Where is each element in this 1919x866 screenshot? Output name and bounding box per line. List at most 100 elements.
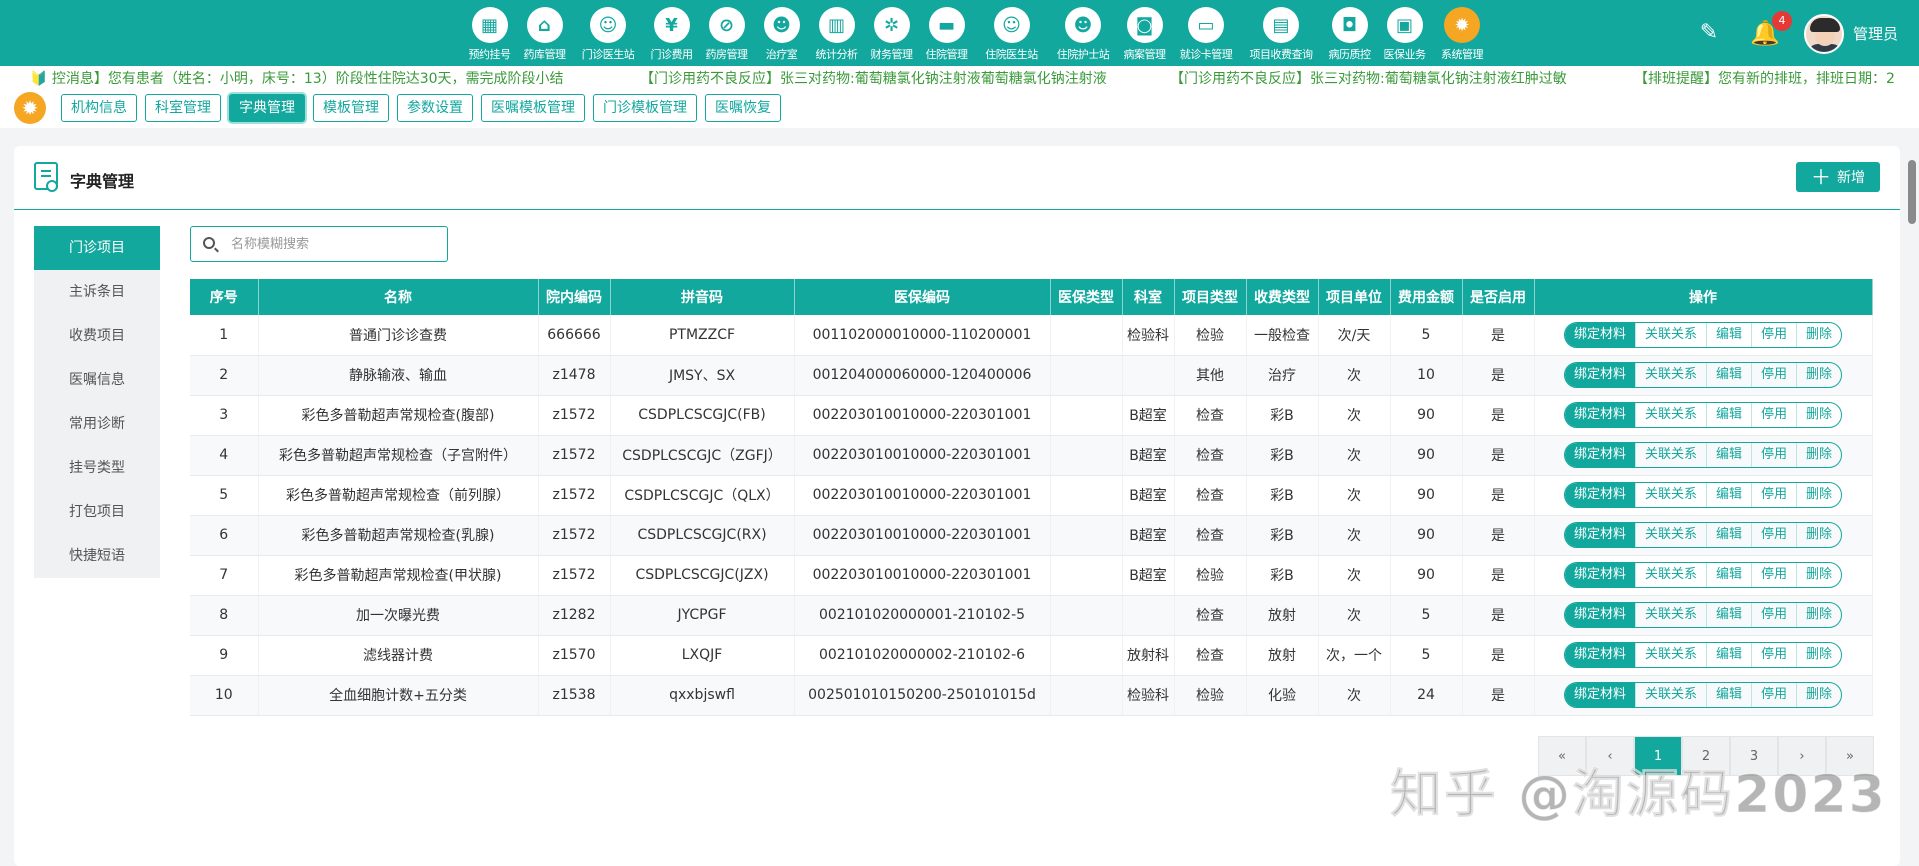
tab-item[interactable]: 参数设置 [397,94,473,122]
delete-button[interactable]: 删除 [1797,643,1841,667]
username[interactable]: 管理员 [1853,23,1898,44]
table-cell: 彩色多普勒超声常规检查(腹部) [258,395,539,436]
delete-button[interactable]: 删除 [1797,483,1841,507]
quality-icon: ◘ [1331,7,1368,43]
tab-item[interactable]: 医嘱恢复 [705,94,781,122]
relation-button[interactable]: 关联关系 [1636,443,1707,467]
category-menu-item[interactable]: 常用诊断 [34,402,160,446]
disable-button[interactable]: 停用 [1752,322,1798,347]
disable-button[interactable]: 停用 [1752,563,1798,587]
nav-item-label: 医保业务 [1383,48,1427,61]
delete-button[interactable]: 删除 [1797,443,1841,467]
delete-button[interactable]: 删除 [1797,323,1841,347]
nav-item[interactable]: ⊘ 药房管理 [699,4,754,64]
relation-button[interactable]: 关联关系 [1636,523,1707,547]
delete-button[interactable]: 删除 [1797,403,1841,427]
tab-item[interactable]: 字典管理 [229,94,305,122]
relation-button[interactable]: 关联关系 [1636,483,1707,507]
nav-item[interactable]: ▦ 预约挂号 [462,4,517,64]
relation-button[interactable]: 关联关系 [1636,322,1707,347]
category-menu-item[interactable]: 主诉条目 [34,270,160,314]
edit-icon[interactable]: ✎ [1696,20,1722,46]
disable-button[interactable]: 停用 [1752,363,1798,387]
nav-item[interactable]: ◙ 病案管理 [1117,4,1172,64]
bind-material-button[interactable]: 绑定材料 [1564,603,1636,627]
bind-material-button[interactable]: 绑定材料 [1564,563,1636,587]
nav-item[interactable]: ◘ 病历质控 [1322,4,1377,64]
disable-button[interactable]: 停用 [1752,683,1798,707]
add-button[interactable]: ＋ 新增 [1796,162,1880,192]
disable-button[interactable]: 停用 [1752,643,1798,667]
category-menu-item[interactable]: 快捷短语 [34,534,160,578]
delete-button[interactable]: 删除 [1797,563,1841,587]
tab-item[interactable]: 机构信息 [61,94,137,122]
table-cell: CSDPLCSCGJC（ZGFJ） [610,435,795,476]
edit-button[interactable]: 编辑 [1707,363,1752,387]
vertical-scrollbar[interactable] [1908,160,1916,224]
edit-button[interactable]: 编辑 [1707,603,1752,627]
category-menu-item[interactable]: 收费项目 [34,314,160,358]
edit-button[interactable]: 编辑 [1707,643,1752,667]
bind-material-button[interactable]: 绑定材料 [1564,403,1636,427]
table-cell: 普通门诊诊查费 [258,315,539,356]
bind-material-button[interactable]: 绑定材料 [1564,523,1636,547]
tab-item[interactable]: 医嘱模板管理 [481,94,585,122]
plus-icon: ＋ [1811,165,1831,189]
disable-button[interactable]: 停用 [1752,483,1798,507]
relation-button[interactable]: 关联关系 [1636,363,1707,387]
edit-button[interactable]: 编辑 [1707,683,1752,707]
disable-button[interactable]: 停用 [1752,443,1798,467]
delete-button[interactable]: 删除 [1797,363,1841,387]
relation-button[interactable]: 关联关系 [1636,403,1707,427]
nav-item-label: 药库管理 [523,48,567,61]
inpatient-doctor-icon: ☺ [993,7,1030,43]
nav-item[interactable]: ▭ 就诊卡管理 [1172,4,1240,64]
nav-item[interactable]: ⌂ 药库管理 [517,4,572,64]
nav-item[interactable]: ☺ 门诊医生站 [572,4,644,64]
delete-button[interactable]: 删除 [1797,603,1841,627]
tab-item[interactable]: 模板管理 [313,94,389,122]
nav-item[interactable]: ▥ 统计分析 [809,4,864,64]
category-menu-item[interactable]: 打包项目 [34,490,160,534]
bind-material-button[interactable]: 绑定材料 [1564,363,1636,387]
bind-material-button[interactable]: 绑定材料 [1564,322,1636,347]
edit-button[interactable]: 编辑 [1707,322,1752,347]
edit-button[interactable]: 编辑 [1707,523,1752,547]
nav-item[interactable]: ▣ 医保业务 [1377,4,1432,64]
disable-button[interactable]: 停用 [1752,523,1798,547]
edit-button[interactable]: 编辑 [1707,563,1752,587]
tab-item[interactable]: 科室管理 [145,94,221,122]
bind-material-button[interactable]: 绑定材料 [1564,643,1636,667]
relation-button[interactable]: 关联关系 [1636,603,1707,627]
nav-item[interactable]: ☻ 治疗室 [754,4,809,64]
tab-item[interactable]: 门诊模板管理 [593,94,697,122]
nav-item[interactable]: ☺ 住院医生站 [974,4,1049,64]
delete-button[interactable]: 删除 [1797,523,1841,547]
module-nav: ▦ 预约挂号 ⌂ 药库管理 ☺ 门诊医生站 ¥ 门诊费用 ⊘ 药房管理 ☻ 治疗室 ▥ 统计分析 ✲ 财务管理… [462,4,1492,64]
edit-button[interactable]: 编辑 [1707,443,1752,467]
relation-button[interactable]: 关联关系 [1636,563,1707,587]
nav-item[interactable]: ▤ 项目收费查询 [1240,4,1322,64]
search-input[interactable] [231,233,431,255]
category-menu-item[interactable]: 挂号类型 [34,446,160,490]
edit-button[interactable]: 编辑 [1707,483,1752,507]
nav-item[interactable]: ☻ 住院护士站 [1049,4,1117,64]
nav-item[interactable]: ▬ 住院管理 [919,4,974,64]
nav-item[interactable]: ✹ 系统管理 [1432,4,1492,64]
bind-material-button[interactable]: 绑定材料 [1564,683,1636,707]
disable-button[interactable]: 停用 [1752,403,1798,427]
relation-button[interactable]: 关联关系 [1636,643,1707,667]
delete-button[interactable]: 删除 [1797,683,1841,707]
nav-item[interactable]: ✲ 财务管理 [864,4,919,64]
relation-button[interactable]: 关联关系 [1636,683,1707,707]
category-menu-item[interactable]: 门诊项目 [34,226,160,270]
bind-material-button[interactable]: 绑定材料 [1564,443,1636,467]
avatar[interactable] [1804,14,1844,54]
nav-item[interactable]: ¥ 门诊费用 [644,4,699,64]
disable-button[interactable]: 停用 [1752,603,1798,627]
category-menu-item[interactable]: 医嘱信息 [34,358,160,402]
edit-button[interactable]: 编辑 [1707,403,1752,427]
nav-item-label: 病历质控 [1328,48,1372,61]
bind-material-button[interactable]: 绑定材料 [1564,483,1636,507]
search-box[interactable] [190,226,448,262]
